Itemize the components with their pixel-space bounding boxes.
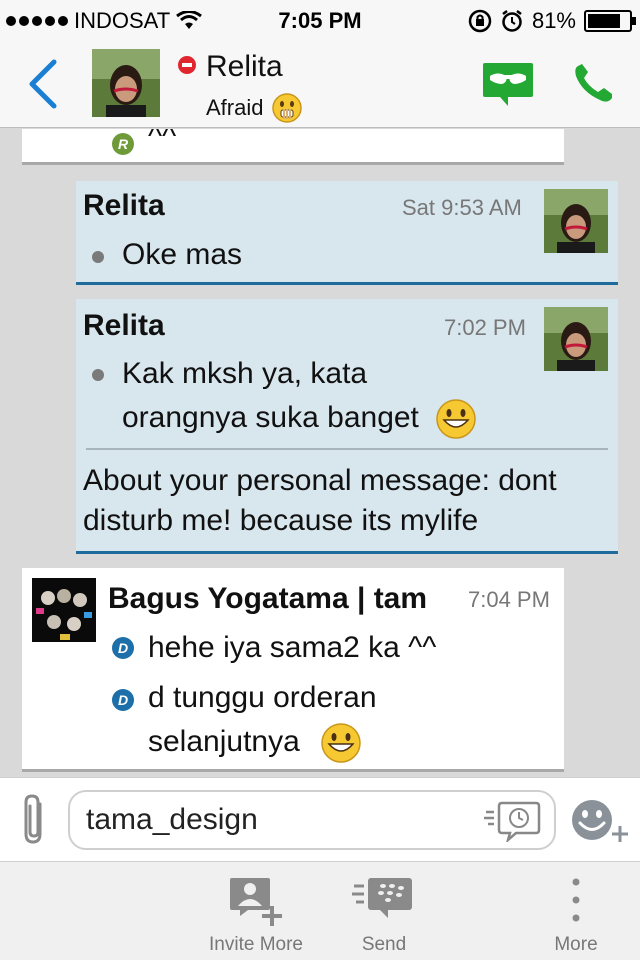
send-bbm-icon — [352, 878, 412, 918]
personal-message-line1: About your personal message: dont — [83, 464, 557, 497]
sender-name: Bagus Yogatama | tam — [108, 582, 428, 615]
message-text-line2: selanjutnya — [148, 720, 362, 764]
compose-bar — [0, 777, 640, 861]
sender-avatar — [544, 189, 608, 253]
contact-mood: Afraid — [206, 92, 303, 124]
avatar-photo — [32, 578, 96, 642]
delivered-badge-icon: D — [112, 689, 134, 711]
add-contact-icon — [230, 878, 282, 926]
sender-badge-icon: R — [112, 133, 134, 155]
message-bullet — [92, 369, 104, 381]
avatar-photo — [544, 189, 608, 253]
rotation-lock-icon — [468, 9, 492, 33]
status-right: 81% — [468, 8, 636, 34]
grin-emoji-icon — [321, 723, 361, 763]
message-text-span: orangnya suka banget — [122, 401, 419, 434]
sender-name: Relita — [83, 309, 165, 342]
message-time: Sat 9:53 AM — [402, 195, 522, 220]
contact-avatar[interactable] — [92, 49, 160, 117]
emoji-picker-icon[interactable] — [568, 796, 634, 846]
delivered-badge-icon: D — [112, 637, 134, 659]
more-button[interactable]: More — [540, 862, 612, 960]
status-bar: INDOSAT 7:05 PM 81% — [0, 0, 640, 40]
message-list[interactable]: R ^^ Relita Sat 9:53 AM Oke mas Relita 7… — [0, 129, 640, 777]
message-bubble[interactable]: Relita Sat 9:53 AM Oke mas — [76, 181, 618, 285]
bottom-toolbar: Invite More Send More — [0, 861, 640, 960]
contact-status-text: Afraid — [206, 95, 264, 120]
message-time: 7:04 PM — [468, 587, 550, 612]
sender-avatar — [544, 307, 608, 371]
back-chevron-icon[interactable] — [24, 58, 64, 110]
presence-busy-icon — [178, 56, 196, 74]
start-chat-mask-icon[interactable] — [480, 60, 536, 108]
message-text: hehe iya sama2 ka ^^ — [148, 631, 437, 664]
battery-fill — [588, 14, 621, 28]
message-bullet — [92, 251, 104, 263]
send-button[interactable]: Send — [336, 862, 432, 960]
voice-note-icon[interactable] — [484, 800, 542, 842]
message-text-line2: orangnya suka banget — [122, 396, 477, 440]
avatar-photo — [92, 49, 160, 117]
message-text-span: selanjutnya — [148, 725, 300, 758]
message-bubble-partial: R ^^ — [22, 129, 564, 165]
chat-header: Relita Afraid — [0, 40, 640, 128]
message-bubble[interactable]: Bagus Yogatama | tam 7:04 PM D hehe iya … — [22, 568, 564, 772]
sender-name: Relita — [83, 189, 165, 222]
contact-name[interactable]: Relita — [206, 50, 283, 84]
more-dots-icon — [572, 878, 580, 922]
message-bubble[interactable]: Relita 7:02 PM Kak mksh ya, kata orangny… — [76, 299, 618, 554]
invite-more-label: Invite More — [209, 934, 303, 955]
battery-percent: 81% — [531, 8, 576, 33]
message-divider — [86, 448, 608, 450]
alarm-icon — [502, 10, 522, 32]
message-input[interactable] — [68, 790, 556, 850]
message-text: Oke mas — [122, 238, 243, 271]
message-time: 7:02 PM — [444, 315, 526, 340]
send-label: Send — [361, 934, 407, 955]
voice-call-icon[interactable] — [568, 60, 624, 108]
invite-more-button[interactable]: Invite More — [200, 862, 312, 960]
message-text: Kak mksh ya, kata — [122, 357, 368, 390]
afraid-emoji-icon — [272, 93, 303, 123]
personal-message-line2: disturb me! because its mylife — [83, 504, 479, 537]
message-text: ^^ — [148, 129, 177, 153]
message-text: d tunggu orderan — [148, 681, 377, 714]
more-label: More — [554, 934, 598, 955]
battery-icon — [584, 10, 636, 32]
sender-avatar — [32, 578, 96, 642]
paperclip-icon[interactable] — [16, 792, 52, 848]
avatar-photo — [544, 307, 608, 371]
grin-emoji-icon — [436, 399, 476, 439]
